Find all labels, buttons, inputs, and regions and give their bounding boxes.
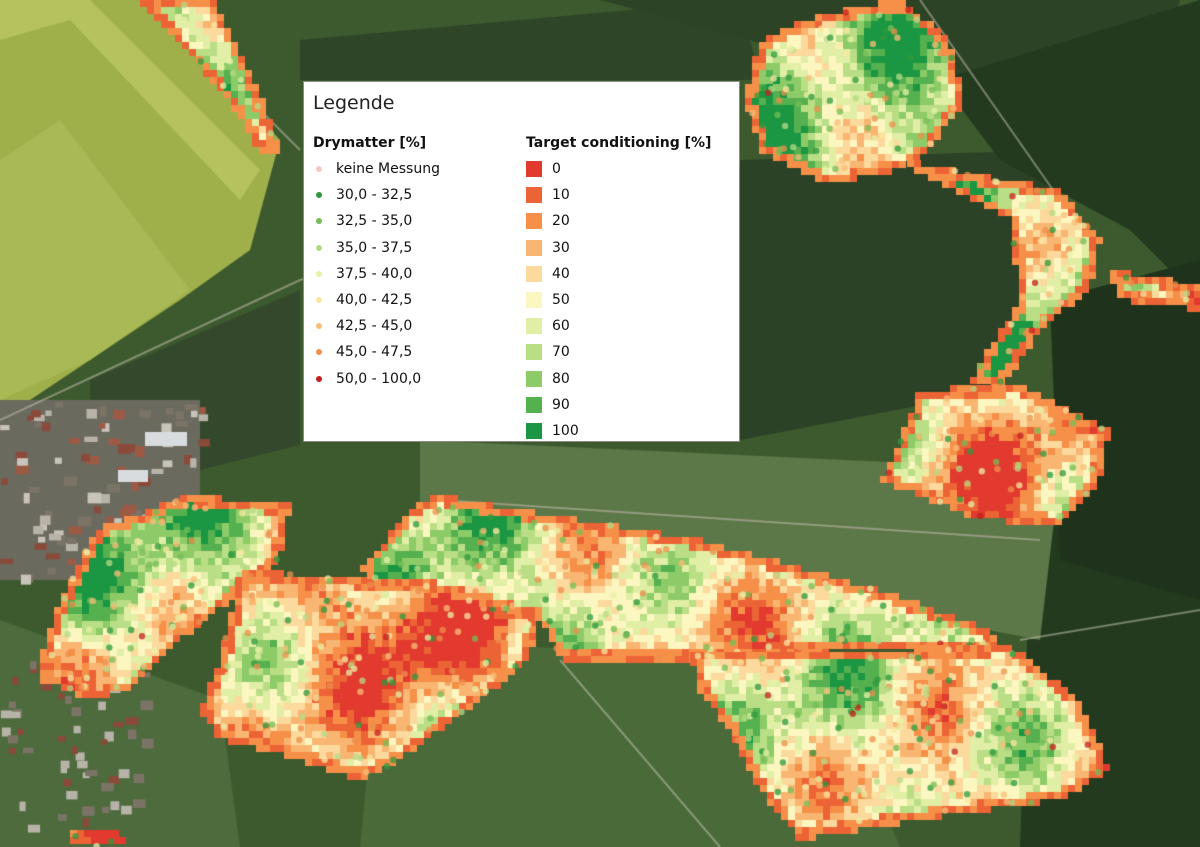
drymatter-swatch xyxy=(316,218,322,225)
target-item: 70 xyxy=(526,339,711,365)
target-item: 10 xyxy=(526,182,711,208)
drymatter-label: 30,0 - 32,5 xyxy=(336,187,413,204)
drymatter-swatch xyxy=(316,270,322,277)
drymatter-item: 45,0 - 47,5 xyxy=(313,339,440,365)
drymatter-item: 35,0 - 37,5 xyxy=(313,235,440,261)
target-label: 100 xyxy=(552,422,579,439)
target-swatch xyxy=(526,370,542,387)
drymatter-item: 50,0 - 100,0 xyxy=(313,366,440,392)
target-conditioning-title: Target conditioning [%] xyxy=(526,135,712,151)
target-item: 0 xyxy=(526,156,711,182)
drymatter-title: Drymatter [%] xyxy=(313,135,427,151)
target-item: 100 xyxy=(526,418,711,444)
drymatter-item: 32,5 - 35,0 xyxy=(313,208,440,234)
map-legend: Legende Drymatter [%] keine Messung 30,0… xyxy=(303,81,740,442)
target-label: 60 xyxy=(552,318,570,335)
target-item: 30 xyxy=(526,235,711,261)
target-item: 40 xyxy=(526,261,711,287)
target-item: 50 xyxy=(526,287,711,313)
drymatter-swatch xyxy=(316,323,322,330)
target-label: 0 xyxy=(552,161,561,178)
drymatter-label: 37,5 - 40,0 xyxy=(336,265,413,282)
target-label: 70 xyxy=(552,344,570,361)
drymatter-swatch xyxy=(316,297,322,304)
target-item: 90 xyxy=(526,392,711,418)
target-label: 80 xyxy=(552,370,570,387)
target-label: 10 xyxy=(552,187,570,204)
target-swatch xyxy=(526,265,542,282)
target-item: 60 xyxy=(526,313,711,339)
target-swatch xyxy=(526,344,542,361)
drymatter-label: 42,5 - 45,0 xyxy=(336,318,413,335)
drymatter-swatch xyxy=(316,244,322,251)
target-swatch xyxy=(526,239,542,256)
drymatter-label: 40,0 - 42,5 xyxy=(336,292,413,309)
target-swatch xyxy=(526,161,542,178)
target-label: 40 xyxy=(552,265,570,282)
target-swatch xyxy=(526,318,542,335)
target-conditioning-legend: Target conditioning [%] 0 10 20 30 40 50… xyxy=(526,132,711,444)
drymatter-swatch xyxy=(316,349,322,356)
drymatter-swatch xyxy=(316,166,322,173)
drymatter-item: 37,5 - 40,0 xyxy=(313,261,440,287)
drymatter-label: 35,0 - 37,5 xyxy=(336,239,413,256)
drymatter-swatch xyxy=(316,192,322,199)
drymatter-label: 32,5 - 35,0 xyxy=(336,213,413,230)
drymatter-label: 45,0 - 47,5 xyxy=(336,344,413,361)
target-item: 80 xyxy=(526,366,711,392)
target-swatch xyxy=(526,292,542,309)
drymatter-item: 42,5 - 45,0 xyxy=(313,313,440,339)
target-swatch xyxy=(526,422,542,439)
drymatter-item: keine Messung xyxy=(313,156,440,182)
drymatter-label: keine Messung xyxy=(336,161,440,178)
target-label: 20 xyxy=(552,213,570,230)
target-label: 50 xyxy=(552,292,570,309)
target-swatch xyxy=(526,396,542,413)
target-item: 20 xyxy=(526,208,711,234)
drymatter-legend: Drymatter [%] keine Messung 30,0 - 32,5 … xyxy=(313,132,440,392)
drymatter-swatch xyxy=(316,375,322,382)
target-swatch xyxy=(526,187,542,204)
target-swatch xyxy=(526,213,542,230)
target-label: 90 xyxy=(552,396,570,413)
drymatter-label: 50,0 - 100,0 xyxy=(336,370,422,387)
target-label: 30 xyxy=(552,239,570,256)
drymatter-item: 30,0 - 32,5 xyxy=(313,182,440,208)
drymatter-item: 40,0 - 42,5 xyxy=(313,287,440,313)
legend-title: Legende xyxy=(313,92,395,114)
